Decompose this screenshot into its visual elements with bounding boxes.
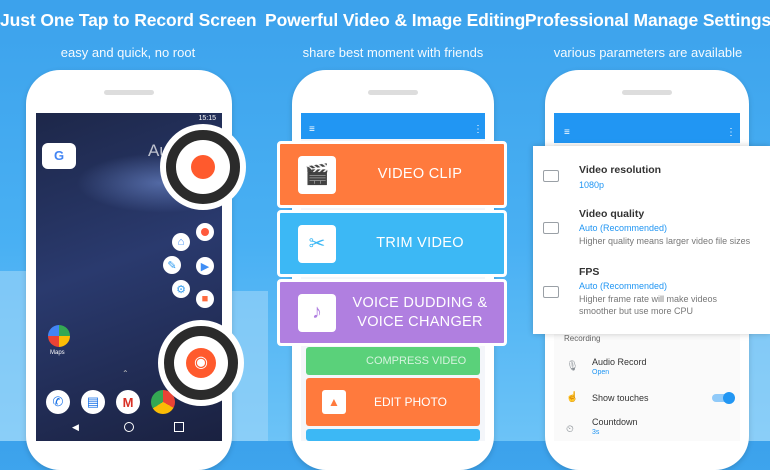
touch-icon: ☝	[566, 392, 579, 403]
audio-record-value: Open	[592, 369, 610, 376]
countdown-title: Countdown	[592, 417, 638, 427]
floating-home-icon[interactable]: ⌂	[172, 233, 190, 251]
more-icon[interactable]: ⋮	[473, 124, 483, 135]
voice-dubbing-line-1: VOICE DUDDING &	[352, 294, 488, 311]
video-quality-desc: Higher quality means larger video file s…	[579, 236, 751, 246]
editor-toolbar: ≡ ⋮	[301, 113, 485, 139]
gmail-app-icon[interactable]: M	[116, 390, 140, 414]
show-touches-setting[interactable]: ☝ Show touches	[560, 389, 735, 409]
floating-video-icon[interactable]: ▶	[196, 257, 214, 275]
timer-icon: ⏲	[566, 424, 574, 435]
panel-1-header: Just One Tap to Record Screen easy and q…	[0, 0, 257, 60]
floating-record-icon[interactable]	[196, 223, 214, 241]
camera-icon: ◉	[186, 348, 216, 378]
record-bubble-button[interactable]	[160, 124, 246, 210]
countdown-value: 3s	[592, 429, 600, 436]
messages-app-icon[interactable]: ▤	[81, 390, 105, 414]
panel-1-title: Just One Tap to Record Screen	[0, 10, 257, 30]
compress-video-button[interactable]: COMPRESS VIDEO	[306, 347, 480, 375]
nav-home-icon[interactable]	[124, 422, 134, 432]
phone-speaker	[104, 90, 154, 95]
video-resolution-value: 1080p	[579, 180, 605, 190]
page-indicator: ⌃	[122, 369, 129, 378]
phone-speaker	[622, 90, 672, 95]
screenshot-bubble-button[interactable]: ◉	[158, 320, 244, 406]
video-clip-button[interactable]: 🎬 VIDEO CLIP	[277, 141, 507, 208]
settings-toolbar: ≡ ⋮	[554, 113, 740, 143]
record-dot-icon	[191, 155, 215, 179]
video-resolution-title: Video resolution	[579, 164, 662, 176]
panel-2-header: Powerful Video & Image Editing share bes…	[265, 0, 526, 60]
phone-speaker	[368, 90, 418, 95]
voice-dubbing-label: VOICE DUDDING & VOICE CHANGER	[336, 294, 504, 332]
video-quality-setting[interactable]: Video quality Auto (Recommended) Higher …	[533, 206, 770, 256]
maps-app-icon[interactable]	[48, 325, 70, 347]
toggle-knob	[723, 392, 735, 404]
edit-photo-button[interactable]: ▲ EDIT PHOTO	[306, 378, 480, 426]
fps-value: Auto (Recommended)	[579, 281, 668, 291]
show-touches-toggle[interactable]	[712, 392, 735, 404]
fps-setting[interactable]: FPS Auto (Recommended) Higher frame rate…	[533, 262, 770, 326]
panel-3-title: Professional Manage Settings	[524, 10, 770, 30]
trim-video-label: TRIM VIDEO	[376, 235, 464, 252]
maps-app-label: Maps	[50, 350, 65, 356]
more-icon[interactable]: ⋮	[726, 127, 736, 138]
edit-photo-icon: ▲	[322, 390, 346, 414]
quality-icon	[543, 222, 559, 234]
status-bar: 15:15	[36, 113, 222, 125]
floating-camera-icon[interactable]: ■	[196, 290, 214, 308]
trim-video-button[interactable]: ✂ TRIM VIDEO	[277, 210, 507, 277]
nav-back-icon[interactable]: ◀	[72, 422, 79, 433]
voice-dubbing-icon: ♪	[298, 293, 336, 332]
panel-1-subtitle: easy and quick, no root	[60, 45, 196, 60]
show-touches-title: Show touches	[592, 393, 649, 403]
panel-3-subtitle: various parameters are available	[553, 45, 743, 60]
settings-popup-card: Video resolution 1080p Video quality Aut…	[533, 146, 770, 334]
menu-icon[interactable]: ≡	[564, 127, 570, 138]
status-time: 15:15	[198, 115, 216, 122]
video-quality-value: Auto (Recommended)	[579, 223, 668, 233]
fps-title: FPS	[579, 266, 600, 278]
edit-photo-label: EDIT PHOTO	[374, 395, 447, 409]
resolution-icon	[543, 170, 559, 182]
google-search-widget[interactable]: G	[42, 143, 76, 169]
video-clip-label: VIDEO CLIP	[377, 166, 463, 183]
fps-desc-line-2: smoother but use more CPU	[579, 306, 694, 316]
audio-record-setting[interactable]: 🎙 Audio Record Open	[560, 355, 735, 381]
video-quality-title: Video quality	[579, 208, 645, 220]
trim-video-icon: ✂	[298, 224, 336, 263]
google-icon: G	[54, 148, 65, 163]
audio-record-title: Audio Record	[592, 357, 647, 367]
section-recording-label: Recording	[564, 334, 601, 343]
voice-dubbing-button[interactable]: ♪ VOICE DUDDING & VOICE CHANGER	[277, 279, 507, 346]
floating-tools-icon[interactable]: ⚙	[172, 280, 190, 298]
panel-3-header: Professional Manage Settings various par…	[520, 0, 770, 60]
panel-2-title: Powerful Video & Image Editing	[265, 10, 526, 30]
countdown-setting[interactable]: ⏲ Countdown 3s	[560, 414, 735, 441]
next-tool-button[interactable]	[306, 429, 480, 441]
voice-dubbing-line-2: VOICE CHANGER	[357, 313, 483, 330]
panel-2-subtitle: share best moment with friends	[302, 45, 484, 60]
video-clip-icon: 🎬	[298, 155, 336, 194]
fps-icon	[543, 286, 559, 298]
compress-video-label: COMPRESS VIDEO	[366, 355, 467, 367]
phone-app-icon[interactable]: ✆	[46, 390, 70, 414]
screenshot-bubble-inner: ◉	[174, 336, 228, 390]
floating-brush-icon[interactable]: ✎	[163, 256, 181, 274]
menu-icon[interactable]: ≡	[309, 124, 315, 135]
video-resolution-setting[interactable]: Video resolution 1080p	[533, 160, 770, 200]
nav-recents-icon[interactable]	[174, 422, 184, 432]
fps-desc-line-1: Higher frame rate will make videos	[579, 294, 718, 304]
microphone-icon: 🎙	[566, 361, 579, 372]
record-bubble-inner	[176, 140, 230, 194]
